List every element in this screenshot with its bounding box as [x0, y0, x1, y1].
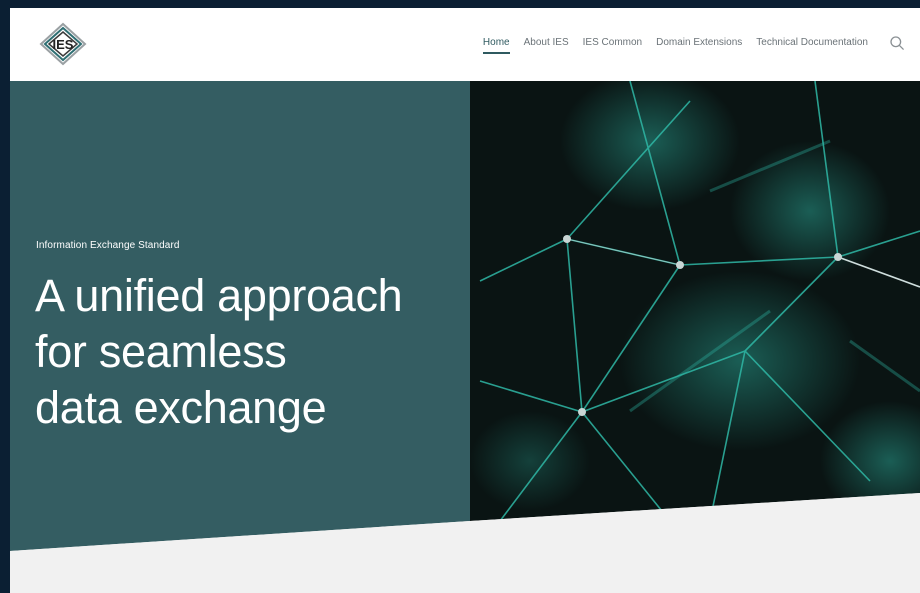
headline-line-1: A unified approach — [35, 270, 403, 321]
nav-domain-extensions[interactable]: Domain Extensions — [656, 36, 742, 50]
search-icon[interactable] — [889, 35, 905, 51]
hero-section: Information Exchange Standard A unified … — [10, 81, 920, 593]
headline-line-2: for seamless — [35, 326, 287, 377]
hero-eyebrow: Information Exchange Standard — [36, 240, 180, 251]
svg-text:IES: IES — [53, 37, 74, 52]
nav-home[interactable]: Home — [482, 36, 510, 54]
headline-line-3: data exchange — [35, 382, 327, 433]
ies-logo[interactable]: IES — [35, 21, 91, 67]
nav-ies-common[interactable]: IES Common — [583, 36, 642, 50]
site-header: IES Home About IES IES Common Domain Ext… — [10, 8, 920, 81]
browser-viewport: IES Home About IES IES Common Domain Ext… — [10, 8, 920, 593]
nav-technical-documentation[interactable]: Technical Documentation — [756, 36, 868, 50]
main-nav: Home About IES IES Common Domain Extensi… — [482, 36, 868, 54]
network-image — [470, 81, 920, 521]
hero-headline: A unified approach for seamless data exc… — [35, 268, 465, 436]
nav-about-ies[interactable]: About IES — [524, 36, 569, 50]
